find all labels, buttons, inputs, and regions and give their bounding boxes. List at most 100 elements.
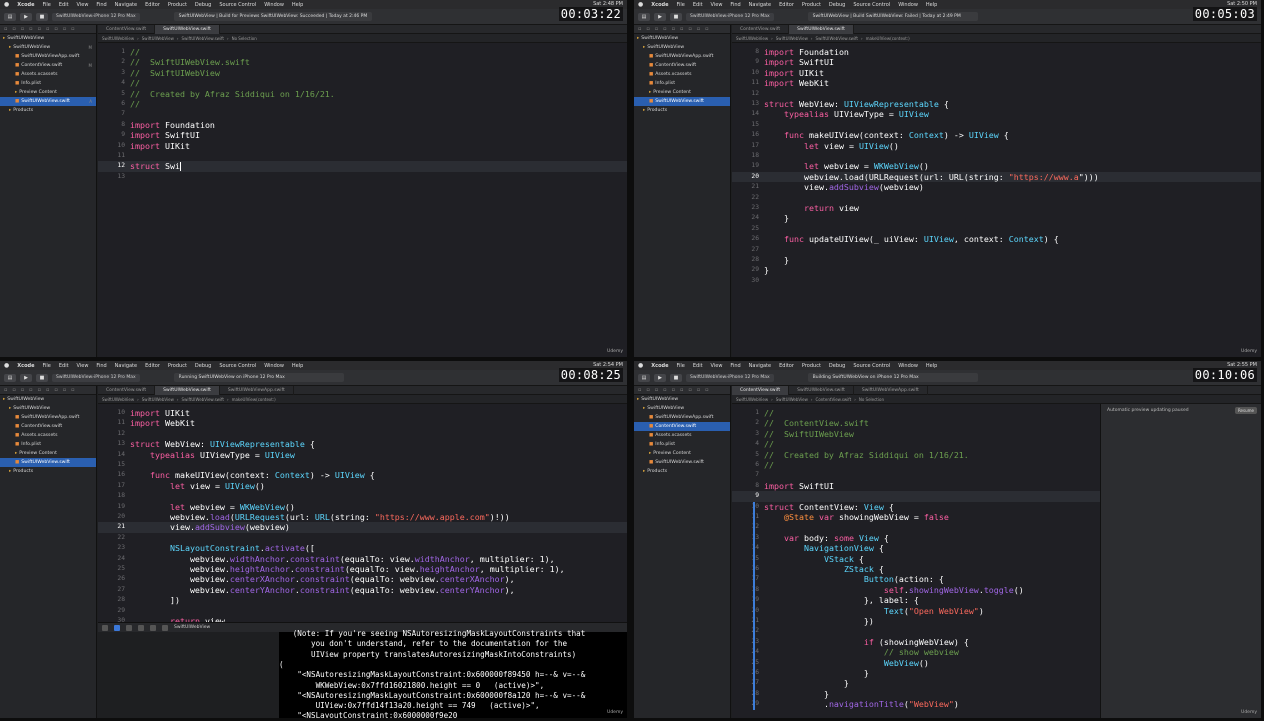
menu-item-edit[interactable]: Edit (59, 363, 69, 369)
jump-bar-item[interactable]: SwiftUIWebView.swift (182, 36, 224, 41)
menu-item-source-control[interactable]: Source Control (219, 2, 256, 8)
navigator-source-control-icon[interactable]: ▫ (646, 387, 649, 393)
menu-item-view[interactable]: View (77, 363, 89, 369)
navigator-item[interactable]: ■ SwiftUIWebViewApp.swift (634, 413, 730, 422)
run-button[interactable]: ▶ (20, 373, 32, 382)
menu-item-find[interactable]: Find (96, 2, 106, 8)
code-line[interactable]: 7 (98, 109, 627, 119)
jump-bar-item[interactable]: SwiftUIWebView (776, 397, 808, 402)
menu-item-xcode[interactable]: Xcode (651, 2, 668, 8)
menu-item-edit[interactable]: Edit (693, 363, 703, 369)
code-line[interactable]: 1 // (98, 47, 627, 57)
menu-item-product[interactable]: Product (168, 2, 187, 8)
navigator-item[interactable]: ■ Info.plist (634, 440, 730, 449)
navigator-item[interactable]: ■ ContentView.swift (634, 422, 730, 431)
jump-bar-item[interactable]: SwiftUIWebView (776, 36, 808, 41)
run-button[interactable]: ▶ (654, 373, 666, 382)
navigator-item[interactable]: ■ Info.plist (0, 79, 96, 88)
navigator-issue-icon[interactable]: ▫ (672, 26, 675, 32)
code-line[interactable]: 23 return view (732, 203, 1261, 213)
code-line[interactable]: 25 webview.heightAnchor.constraint(equal… (98, 564, 627, 574)
menu-item-xcode[interactable]: Xcode (651, 363, 668, 369)
code-line[interactable]: 22 (98, 533, 627, 543)
menu-item-help[interactable]: Help (926, 363, 937, 369)
code-line[interactable]: 21 }) (732, 616, 1100, 626)
navigator-item[interactable]: ▸ Preview Content (0, 449, 96, 458)
code-line[interactable]: 6 // (98, 99, 627, 109)
code-line[interactable]: 18 self.showingWebView.toggle() (732, 585, 1100, 595)
code-line[interactable]: 13 (98, 172, 627, 182)
jump-bar-item[interactable]: SwiftUIWebView (142, 36, 174, 41)
navigator-symbol-icon[interactable]: ▫ (655, 26, 658, 32)
code-line[interactable]: 13 var body: some View { (732, 533, 1100, 543)
code-line[interactable]: 29 .navigationTitle("WebView") (732, 699, 1100, 709)
menu-item-editor[interactable]: Editor (779, 2, 794, 8)
navigator-item[interactable]: ▸ SwiftUIWebView (634, 34, 730, 43)
code-line[interactable]: 17 let view = UIView() (732, 141, 1261, 151)
navigator-item[interactable]: ■ Info.plist (0, 440, 96, 449)
pause-icon[interactable] (126, 624, 132, 631)
navigator-test-icon[interactable]: ▫ (46, 387, 49, 393)
menu-item-window[interactable]: Window (264, 2, 284, 8)
navigator-breakpoint-icon[interactable]: ▫ (697, 26, 700, 32)
jump-bar-item[interactable]: No Selection (859, 397, 884, 402)
navigator-folder-icon[interactable]: ▫ (4, 26, 7, 32)
navigator-item[interactable]: ■ Assets.xcassets (634, 70, 730, 79)
apple-icon[interactable]: ● (4, 362, 9, 369)
navigator-item[interactable]: ■ ContentView.swift (634, 61, 730, 70)
navigator-item[interactable]: ▸ Products (634, 467, 730, 476)
code-line[interactable]: 29} (732, 265, 1261, 275)
code-line[interactable]: 21 view.addSubview(webview) (98, 522, 627, 533)
code-line[interactable]: 16 func makeUIView(context: Context) -> … (732, 130, 1261, 140)
code-line[interactable]: 4 // (732, 439, 1100, 449)
code-line[interactable]: 17 let view = UIView() (98, 481, 627, 491)
menu-item-edit[interactable]: Edit (693, 2, 703, 8)
code-line[interactable]: 27 webview.centerYAnchor.constraint(equa… (98, 585, 627, 595)
stop-button[interactable]: ■ (36, 12, 48, 21)
menu-item-find[interactable]: Find (96, 363, 106, 369)
code-line[interactable]: 12 struct Swi (98, 161, 627, 172)
code-line[interactable]: 13 struct WebView: UIViewRepresentable { (98, 439, 627, 449)
navigator-item[interactable]: ■ SwiftUIWebView.swift A (0, 97, 96, 106)
code-line[interactable]: 14 typealias UIViewType = UIView (98, 450, 627, 460)
code-line[interactable]: 8 import Foundation (98, 120, 627, 130)
menu-item-file[interactable]: File (42, 363, 50, 369)
code-line[interactable]: 20 Text("Open WebView") (732, 606, 1100, 616)
code-line[interactable]: 12 (732, 89, 1261, 99)
menu-item-find[interactable]: Find (730, 363, 740, 369)
code-line[interactable]: 12 (98, 429, 627, 439)
navigator-find-icon[interactable]: ▫ (663, 387, 666, 393)
menu-item-product[interactable]: Product (802, 363, 821, 369)
code-line[interactable]: 22 (732, 626, 1100, 636)
jump-bar-item[interactable]: No Selection (232, 36, 257, 41)
code-line[interactable]: 11 import WebKit (732, 78, 1261, 88)
navigator-item[interactable]: ▸ Preview Content (634, 88, 730, 97)
menu-item-source-control[interactable]: Source Control (219, 363, 256, 369)
code-line[interactable]: 5 // Created by Afraz Siddiqui on 1/16/21… (98, 89, 627, 99)
navigator-item[interactable]: ■ Assets.xcassets (0, 431, 96, 440)
source-editor[interactable]: 10 import UIKit 11 import WebKit 12 13 struct … (98, 404, 627, 622)
code-line[interactable]: 23 NSLayoutConstraint.activate([ (98, 543, 627, 553)
navigator-folder-icon[interactable]: ▫ (4, 387, 7, 393)
navigator-report-icon[interactable]: ▫ (705, 387, 708, 393)
menu-item-xcode[interactable]: Xcode (17, 2, 34, 8)
navigator-item[interactable]: ▸ SwiftUIWebView (634, 395, 730, 404)
code-line[interactable]: 21 view.addSubview(webview) (732, 182, 1261, 192)
menu-item-navigate[interactable]: Navigate (115, 2, 137, 8)
menu-item-xcode[interactable]: Xcode (17, 363, 34, 369)
navigator-item[interactable]: ▸ Products (0, 106, 96, 115)
navigator-source-control-icon[interactable]: ▫ (646, 26, 649, 32)
jump-bar-item[interactable]: SwiftUIWebView (102, 397, 134, 402)
menu-item-window[interactable]: Window (264, 363, 284, 369)
sidebar-toggle-icon[interactable]: ▤ (638, 373, 650, 382)
sidebar-toggle-icon[interactable]: ▤ (638, 12, 650, 21)
navigator-source-control-icon[interactable]: ▫ (12, 387, 15, 393)
sidebar-toggle-icon[interactable]: ▤ (4, 12, 16, 21)
editor-tab[interactable]: SwiftUIWebViewApp.swift (854, 385, 928, 395)
code-line[interactable]: 19 let webview = WKWebView() (98, 502, 627, 512)
code-line[interactable]: 15 (732, 120, 1261, 130)
code-line[interactable]: 16 ZStack { (732, 564, 1100, 574)
navigator-find-icon[interactable]: ▫ (663, 26, 666, 32)
navigator-item[interactable]: ▸ SwiftUIWebView (634, 43, 730, 52)
code-line[interactable]: 6 // (732, 460, 1100, 470)
